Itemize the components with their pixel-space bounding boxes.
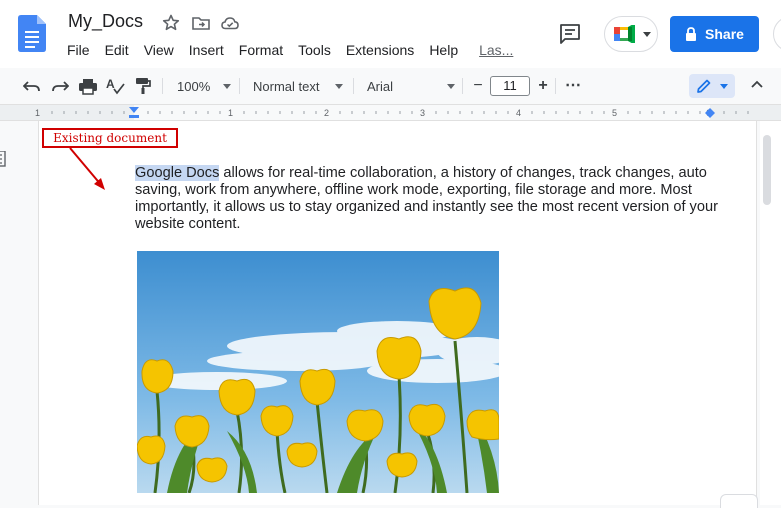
- scrollbar-thumb[interactable]: [763, 135, 771, 205]
- annotation-arrow-icon: [69, 147, 105, 190]
- share-button[interactable]: Share: [670, 16, 759, 52]
- ruler-mark: 1: [35, 108, 40, 118]
- ruler-mark: 3: [420, 108, 425, 118]
- account-avatar[interactable]: [773, 16, 781, 52]
- toolbar-separator: [353, 78, 354, 94]
- svg-text:A: A: [106, 77, 115, 91]
- star-icon[interactable]: [161, 13, 181, 33]
- font-family-value: Arial: [367, 78, 394, 94]
- top-header: My_Docs File Edit View Insert Format Too…: [0, 0, 781, 68]
- ruler-scale: 1 1 2 3 4 5 6: [0, 105, 781, 120]
- more-options-button[interactable]: ⋯: [565, 75, 581, 95]
- ruler-mark: 1: [228, 108, 233, 118]
- menu-insert[interactable]: Insert: [189, 40, 231, 60]
- chevron-down-icon: [223, 83, 232, 89]
- increase-font-size-button[interactable]: +: [535, 76, 551, 96]
- paragraph-style-value: Normal text: [253, 78, 320, 94]
- paint-format-icon[interactable]: [135, 77, 151, 95]
- print-icon[interactable]: [79, 78, 97, 95]
- pencil-icon: [697, 79, 711, 93]
- paragraph-text: allows for real-time collaboration, a hi…: [135, 165, 718, 232]
- tulip-image: [137, 251, 499, 493]
- move-to-folder-icon[interactable]: [191, 13, 211, 33]
- selected-text[interactable]: Google Docs: [135, 165, 220, 181]
- annotation-label: Existing document: [42, 128, 178, 148]
- toolbar-separator: [555, 78, 556, 94]
- chevron-down-icon: [335, 83, 344, 89]
- toolbar-separator: [239, 78, 240, 94]
- menu-help[interactable]: Help: [429, 40, 465, 60]
- editing-mode-button[interactable]: [689, 74, 735, 98]
- ruler-mark: 5: [612, 108, 617, 118]
- horizontal-ruler[interactable]: 1 1 2 3 4 5 6: [0, 105, 781, 121]
- hide-menus-chevron-up-icon[interactable]: [751, 80, 763, 88]
- menu-format[interactable]: Format: [239, 40, 290, 60]
- cloud-saved-icon[interactable]: [220, 13, 240, 33]
- chevron-down-icon: [447, 83, 456, 89]
- ruler-mark: 4: [516, 108, 521, 118]
- document-paragraph[interactable]: Google Docs allows for real-time collabo…: [135, 165, 720, 233]
- meet-dropdown-icon: [643, 32, 651, 37]
- zoom-value: 100%: [177, 78, 211, 94]
- ruler-mark: 2: [324, 108, 329, 118]
- spelling-check-icon[interactable]: A: [106, 77, 126, 95]
- font-family-select[interactable]: Arial: [367, 76, 456, 96]
- menu-bar: File Edit View Insert Format Tools Exten…: [67, 40, 528, 60]
- meet-button[interactable]: [604, 16, 658, 52]
- google-docs-logo-icon[interactable]: [18, 15, 46, 52]
- share-label: Share: [705, 26, 744, 42]
- toolbar-separator: [162, 78, 163, 94]
- explore-button[interactable]: [720, 494, 758, 508]
- document-title[interactable]: My_Docs: [68, 11, 143, 32]
- document-outline-icon[interactable]: [0, 151, 6, 167]
- menu-file[interactable]: File: [67, 40, 97, 60]
- tulips-photo[interactable]: [137, 251, 499, 493]
- menu-edit[interactable]: Edit: [105, 40, 136, 60]
- comment-history-icon[interactable]: [558, 22, 582, 46]
- font-size-input[interactable]: 11: [490, 76, 530, 96]
- lock-icon: [686, 27, 697, 41]
- undo-icon[interactable]: [23, 78, 41, 94]
- redo-icon[interactable]: [51, 78, 69, 94]
- paragraph-style-select[interactable]: Normal text: [253, 76, 344, 96]
- chevron-down-icon: [720, 84, 728, 89]
- toolbar-separator: [462, 78, 463, 94]
- google-meet-icon: [614, 25, 635, 43]
- menu-tools[interactable]: Tools: [298, 40, 338, 60]
- last-edit-link[interactable]: Las...: [479, 40, 520, 60]
- decrease-font-size-button[interactable]: −: [470, 76, 486, 96]
- zoom-select[interactable]: 100%: [177, 76, 232, 96]
- menu-view[interactable]: View: [144, 40, 181, 60]
- menu-extensions[interactable]: Extensions: [346, 40, 421, 60]
- first-line-indent-marker[interactable]: [129, 115, 139, 118]
